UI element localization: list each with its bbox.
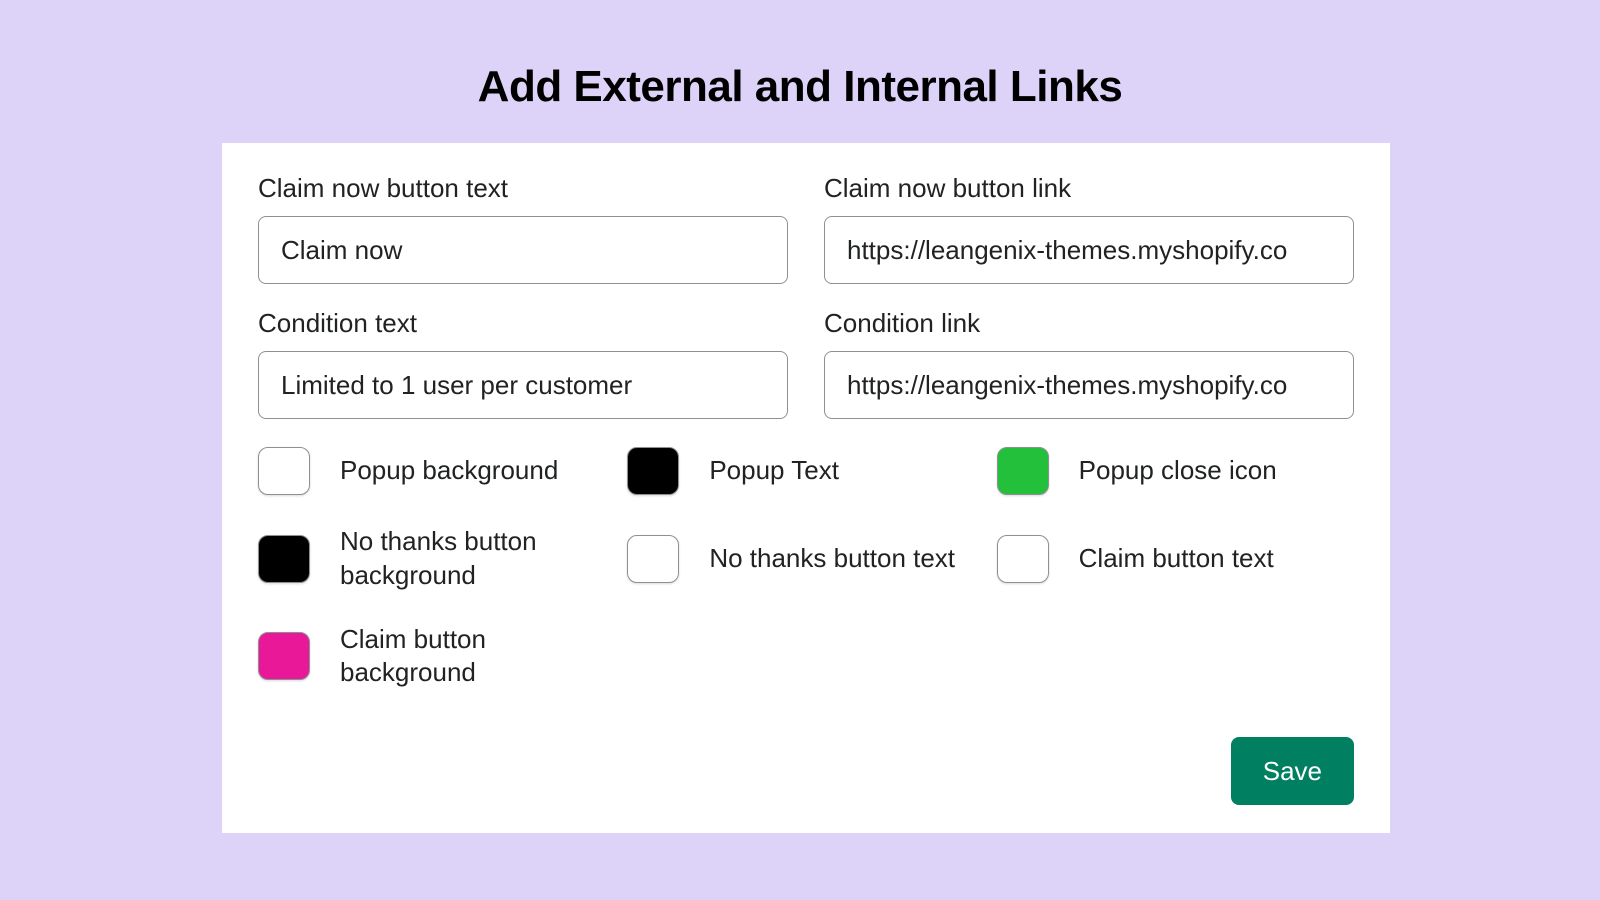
swatch-claim-button-bg[interactable]	[258, 632, 310, 680]
input-condition-link[interactable]	[824, 351, 1354, 419]
label-claim-now-text: Claim now button text	[258, 173, 788, 204]
swatch-label-popup-text: Popup Text	[709, 454, 839, 488]
field-claim-now-text: Claim now button text	[258, 173, 788, 284]
swatch-label-popup-background: Popup background	[340, 454, 558, 488]
input-condition-text[interactable]	[258, 351, 788, 419]
swatch-nothanks-text[interactable]	[627, 535, 679, 583]
label-condition-link: Condition link	[824, 308, 1354, 339]
swatch-label-claim-button-text: Claim button text	[1079, 542, 1274, 576]
swatch-item-claim-button-text: Claim button text	[997, 525, 1354, 593]
color-swatch-grid: Popup background Popup Text Popup close …	[258, 447, 1354, 690]
field-claim-now-link: Claim now button link	[824, 173, 1354, 284]
swatch-label-popup-close-icon: Popup close icon	[1079, 454, 1277, 488]
swatch-item-popup-text: Popup Text	[627, 447, 984, 495]
swatch-popup-text[interactable]	[627, 447, 679, 495]
swatch-popup-close-icon[interactable]	[997, 447, 1049, 495]
input-claim-now-text[interactable]	[258, 216, 788, 284]
input-claim-now-link[interactable]	[824, 216, 1354, 284]
swatch-popup-background[interactable]	[258, 447, 310, 495]
label-condition-text: Condition text	[258, 308, 788, 339]
swatch-nothanks-bg[interactable]	[258, 535, 310, 583]
swatch-item-nothanks-text: No thanks button text	[627, 525, 984, 593]
swatch-item-popup-background: Popup background	[258, 447, 615, 495]
swatch-item-nothanks-bg: No thanks button background	[258, 525, 615, 593]
field-condition-link: Condition link	[824, 308, 1354, 419]
save-button[interactable]: Save	[1231, 737, 1354, 805]
swatch-item-claim-button-bg: Claim button background	[258, 623, 615, 691]
swatch-label-nothanks-text: No thanks button text	[709, 542, 955, 576]
settings-card: Claim now button text Claim now button l…	[222, 143, 1390, 833]
swatch-claim-button-text[interactable]	[997, 535, 1049, 583]
field-condition-text: Condition text	[258, 308, 788, 419]
swatch-label-nothanks-bg: No thanks button background	[340, 525, 590, 593]
swatch-label-claim-button-bg: Claim button background	[340, 623, 590, 691]
swatch-item-popup-close-icon: Popup close icon	[997, 447, 1354, 495]
page-title: Add External and Internal Links	[0, 62, 1600, 112]
label-claim-now-link: Claim now button link	[824, 173, 1354, 204]
actions-bar: Save	[1231, 737, 1354, 805]
